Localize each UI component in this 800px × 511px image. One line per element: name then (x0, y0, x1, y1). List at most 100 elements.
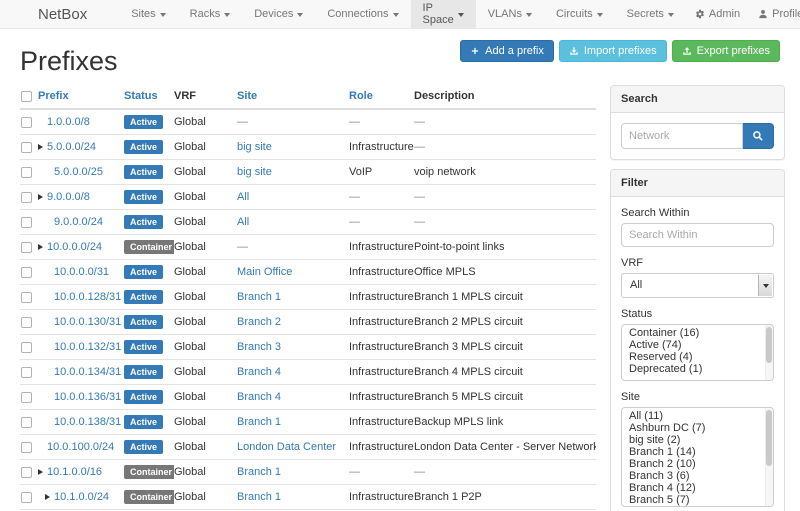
sort-link-prefix[interactable]: Prefix (38, 90, 69, 102)
row-checkbox[interactable] (21, 167, 32, 178)
site-link[interactable]: Branch 2 (237, 316, 281, 328)
prefix-link[interactable]: 10.0.0.0/24 (47, 241, 102, 253)
nav-item-connections[interactable]: Connections (315, 0, 410, 28)
nav-item-circuits[interactable]: Circuits (544, 0, 615, 28)
nav-menu: SitesRacksDevicesConnectionsIP SpaceVLAN… (119, 0, 686, 28)
sort-link-site[interactable]: Site (237, 90, 257, 102)
sort-link-role[interactable]: Role (349, 90, 373, 102)
status-option[interactable]: Container (16) (622, 327, 773, 339)
nav-item-secrets[interactable]: Secrets (615, 0, 686, 28)
column-header-status: Status (124, 85, 174, 109)
site-option[interactable]: Branch 3 (6) (622, 470, 773, 482)
prefix-link[interactable]: 10.0.100.0/24 (47, 441, 114, 453)
nav-item-racks[interactable]: Racks (178, 0, 243, 28)
row-checkbox[interactable] (21, 292, 32, 303)
search-input[interactable] (621, 123, 743, 149)
nav-item-sites[interactable]: Sites (119, 0, 177, 28)
description-value: Branch 3 MPLS circuit (414, 335, 596, 360)
search-within-input[interactable] (621, 223, 774, 247)
row-checkbox[interactable] (21, 492, 32, 503)
site-option[interactable]: Branch 5 (7) (622, 494, 773, 506)
site-option[interactable]: Branch 1 (14) (622, 446, 773, 458)
prefix-link[interactable]: 10.0.0.132/31 (54, 341, 121, 353)
status-listbox[interactable]: Container (16)Active (74)Reserved (4)Dep… (621, 324, 774, 381)
brand[interactable]: NetBox (20, 0, 105, 28)
row-checkbox[interactable] (21, 442, 32, 453)
row-checkbox[interactable] (21, 342, 32, 353)
role-value: Infrastructure (349, 435, 414, 460)
prefix-link[interactable]: 9.0.0.0/24 (54, 216, 103, 228)
table-row: 10.1.0.0/16ContainerGlobalBranch 1—— (20, 460, 596, 485)
add-prefix-button[interactable]: Add a prefix (460, 40, 554, 62)
prefix-link[interactable]: 10.0.0.128/31 (54, 291, 121, 303)
import-prefixes-button[interactable]: Import prefixes (559, 40, 667, 62)
prefix-link[interactable]: 5.0.0.0/24 (47, 141, 96, 153)
chevron-down-icon (297, 13, 303, 17)
search-button[interactable] (743, 123, 774, 149)
row-checkbox[interactable] (21, 317, 32, 328)
select-all-checkbox[interactable] (21, 91, 32, 102)
prefix-link[interactable]: 10.0.0.138/31 (54, 416, 121, 428)
row-checkbox[interactable] (21, 217, 32, 228)
site-option[interactable]: Ashburn DC (7) (622, 422, 773, 434)
prefix-link[interactable]: 10.0.0.0/31 (54, 266, 109, 278)
tree-expand-icon (38, 244, 43, 250)
site-option[interactable]: Branch 2 (10) (622, 458, 773, 470)
nav-item-ip-space[interactable]: IP Space (411, 0, 476, 28)
site-link[interactable]: Branch 1 (237, 491, 281, 503)
prefix-link[interactable]: 10.1.0.0/16 (47, 466, 102, 478)
status-option[interactable]: Reserved (4) (622, 351, 773, 363)
site-option[interactable]: Branch 4 (12) (622, 482, 773, 494)
select-dropdown-button[interactable] (758, 275, 772, 296)
row-checkbox[interactable] (21, 192, 32, 203)
description-value: Branch 4 MPLS circuit (414, 360, 596, 385)
row-checkbox[interactable] (21, 142, 32, 153)
prefix-link[interactable]: 10.0.0.134/31 (54, 366, 121, 378)
empty-value: — (414, 116, 425, 128)
status-option[interactable]: Active (74) (622, 339, 773, 351)
site-option[interactable]: big site (2) (622, 434, 773, 446)
site-link[interactable]: Main Office (237, 266, 292, 278)
site-link[interactable]: Branch 4 (237, 391, 281, 403)
status-option[interactable]: Deprecated (1) (622, 363, 773, 375)
row-checkbox[interactable] (21, 367, 32, 378)
prefix-link[interactable]: 10.0.0.130/31 (54, 316, 121, 328)
row-checkbox[interactable] (21, 392, 32, 403)
site-link[interactable]: Branch 1 (237, 416, 281, 428)
site-option[interactable]: COLO-1-2A (0) (622, 506, 773, 507)
prefix-link[interactable]: 10.1.0.0/24 (54, 491, 109, 503)
site-link[interactable]: All (237, 191, 249, 203)
row-checkbox[interactable] (21, 242, 32, 253)
site-link[interactable]: Branch 1 (237, 466, 281, 478)
prefix-link[interactable]: 1.0.0.0/8 (47, 116, 90, 128)
nav-item-vlans[interactable]: VLANs (476, 0, 544, 28)
site-link[interactable]: All (237, 216, 249, 228)
prefix-link[interactable]: 5.0.0.0/25 (54, 166, 103, 178)
site-link[interactable]: London Data Center (237, 441, 336, 453)
sort-link-status[interactable]: Status (124, 90, 158, 102)
prefix-link[interactable]: 10.0.0.136/31 (54, 391, 121, 403)
column-header-prefix: Prefix (38, 85, 124, 109)
site-listbox[interactable]: All (11)Ashburn DC (7)big site (2)Branch… (621, 407, 774, 507)
export-prefixes-button[interactable]: Export prefixes (672, 40, 780, 62)
site-option[interactable]: All (11) (622, 410, 773, 422)
table-row: 10.0.0.132/31ActiveGlobalBranch 3Infrast… (20, 335, 596, 360)
site-link[interactable]: big site (237, 166, 272, 178)
row-checkbox[interactable] (21, 267, 32, 278)
status-badge: Active (124, 290, 163, 304)
site-scrollbar-thumb[interactable] (766, 410, 772, 466)
nav-item-admin[interactable]: Admin (686, 0, 749, 28)
row-checkbox[interactable] (21, 117, 32, 128)
prefix-link[interactable]: 9.0.0.0/8 (47, 191, 90, 203)
site-link[interactable]: Branch 4 (237, 366, 281, 378)
site-link[interactable]: Branch 3 (237, 341, 281, 353)
site-link[interactable]: Branch 1 (237, 291, 281, 303)
site-link[interactable]: big site (237, 141, 272, 153)
empty-value: — (414, 141, 425, 153)
row-checkbox[interactable] (21, 467, 32, 478)
nav-item-devices[interactable]: Devices (242, 0, 315, 28)
nav-item-profile[interactable]: Profile (749, 0, 800, 28)
vrf-select[interactable]: All (621, 273, 774, 298)
status-scrollbar-thumb[interactable] (766, 327, 772, 363)
row-checkbox[interactable] (21, 417, 32, 428)
